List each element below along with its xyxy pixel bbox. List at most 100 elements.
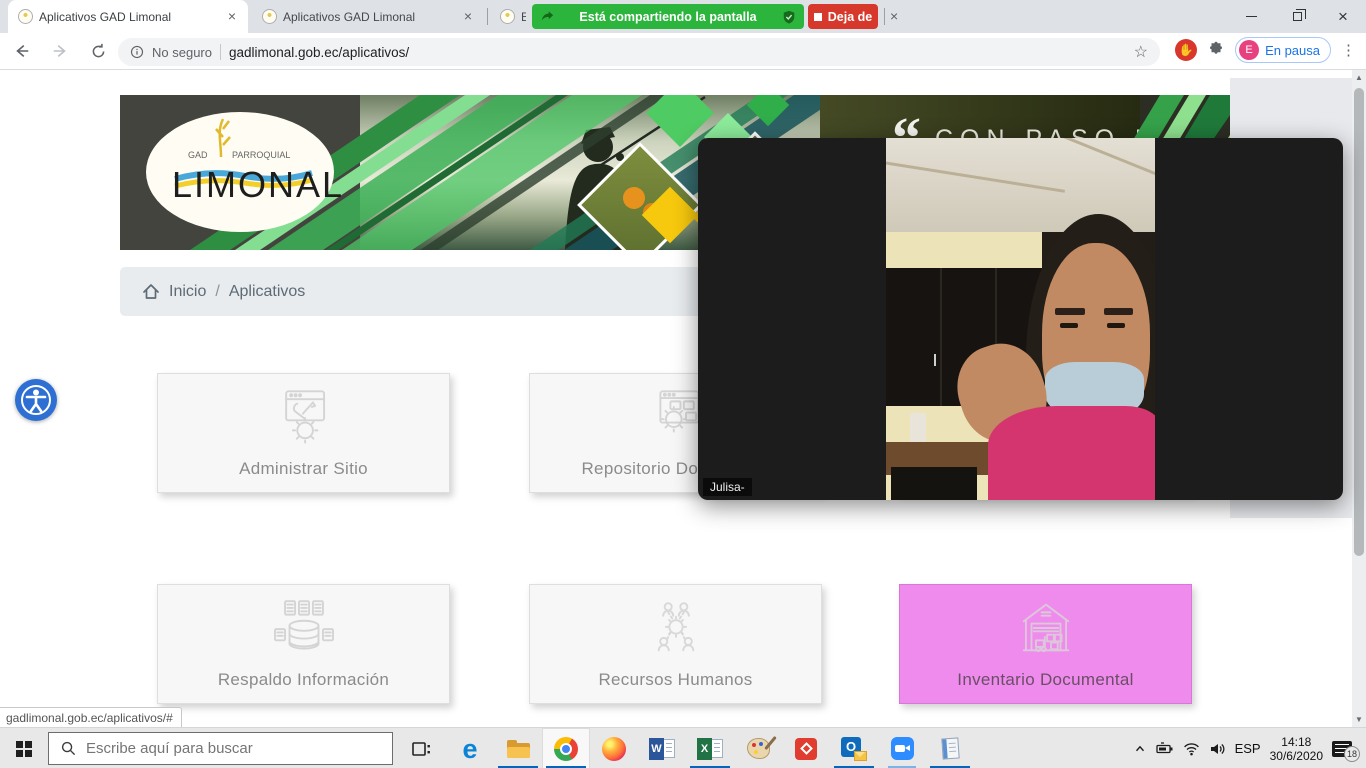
taskbar-paint-icon[interactable] [734,728,782,768]
breadcrumb-current: Aplicativos [229,283,305,301]
scroll-down-arrow[interactable]: ▼ [1352,712,1366,727]
taskbar-excel-icon[interactable]: X [686,728,734,768]
site-tools-icon [267,388,341,446]
tab-aplicativos-2[interactable]: Aplicativos GAD Limonal × [252,0,484,33]
taskbar-red-diamond-app-icon[interactable] [782,728,830,768]
app-card-respaldo-informacion[interactable]: Respaldo Información [157,584,450,704]
tab-title: E [521,10,526,24]
zoom-video-window[interactable]: Julisa- [698,138,1343,500]
info-icon [130,45,144,59]
close-button[interactable]: × [1320,0,1366,33]
avatar: E [1239,40,1259,60]
taskbar-word-icon[interactable]: W [638,728,686,768]
taskbar-file-explorer-icon[interactable] [494,728,542,768]
app-card-recursos-humanos[interactable]: Recursos Humanos [529,584,822,704]
share-arrow-icon [540,10,554,24]
tab-title: Aplicativos GAD Limonal [283,10,454,24]
bookmark-star-icon[interactable]: ☆ [1134,42,1148,62]
minimize-icon [1246,16,1257,18]
tab-divider [487,8,488,25]
close-icon: × [1338,8,1348,25]
windows-taskbar: e W X [0,727,1366,768]
extensions-area: ✋ E En pausa ⋮ [1175,37,1356,63]
logo-gad: GAD [188,150,208,160]
app-card-label: Inventario Documental [957,670,1133,690]
site-favicon [18,9,33,24]
site-favicon [500,9,515,24]
stop-sharing-button[interactable]: Deja de [808,4,878,29]
task-view-button[interactable] [398,728,444,768]
windows-logo-icon [16,741,32,757]
security-label[interactable]: No seguro [152,45,212,60]
accessibility-widget-button[interactable] [15,379,57,421]
tab-divider [884,8,885,25]
taskbar-notepad-icon[interactable] [926,728,974,768]
browser-menu-icon[interactable]: ⋮ [1341,41,1356,59]
clock-time: 14:18 [1281,735,1311,749]
url-text[interactable]: gadlimonal.gob.ec/aplicativos/ [229,45,1126,60]
extensions-puzzle-icon[interactable] [1207,41,1225,59]
breadcrumb-separator: / [215,283,219,301]
taskbar-clock[interactable]: 14:18 30/6/2020 [1270,735,1323,763]
minimize-button[interactable] [1228,0,1274,33]
shield-check-icon [782,10,796,24]
taskbar-search-box[interactable] [48,732,393,765]
search-input[interactable] [86,740,366,757]
start-button[interactable] [0,728,48,768]
taskbar-firefox-icon[interactable] [590,728,638,768]
scroll-up-arrow[interactable]: ▲ [1352,70,1366,85]
profile-chip[interactable]: E En pausa [1235,37,1331,63]
scrollbar-thumb[interactable] [1354,88,1364,556]
back-arrow-icon [13,42,31,60]
tab-close-icon[interactable]: × [460,9,476,25]
participant-shirt [988,406,1155,500]
address-bar[interactable]: No seguro gadlimonal.gob.ec/aplicativos/… [118,38,1160,66]
restore-button[interactable] [1274,0,1320,33]
app-card-label: Administrar Sitio [239,459,368,479]
taskbar-outlook-icon[interactable]: O [830,728,878,768]
taskbar-edge-icon[interactable]: e [446,728,494,768]
forward-button[interactable] [44,35,76,67]
tab-aplicativos-1[interactable]: Aplicativos GAD Limonal × [8,0,248,33]
restore-icon [1293,12,1302,21]
sharing-status-text: Está compartiendo la pantalla [562,10,774,24]
app-card-label: Recursos Humanos [598,670,752,690]
tab-close-icon[interactable]: × [224,9,240,25]
tray-chevron-icon[interactable] [1133,742,1147,756]
video-laptop [891,467,977,500]
accessibility-person-icon [19,383,53,417]
battery-icon[interactable] [1156,741,1174,757]
reload-button[interactable] [82,35,114,67]
reload-icon [90,43,107,60]
address-separator [220,44,221,60]
language-indicator[interactable]: ESP [1235,741,1261,756]
status-link-bubble: gadlimonal.gob.ec/aplicativos/# [0,707,182,727]
stop-sharing-label: Deja de [828,10,872,24]
back-button[interactable] [6,35,38,67]
database-backup-icon [267,599,341,657]
window-controls: × [1228,0,1366,33]
taskbar-zoom-icon[interactable] [878,728,926,768]
clock-date: 30/6/2020 [1270,749,1323,763]
app-card-inventario-documental[interactable]: Inventario Documental [899,584,1192,704]
logo-parroquial: PARROQUIAL [232,150,290,160]
volume-icon[interactable] [1209,741,1226,757]
app-card-label: Respaldo Información [218,670,389,690]
tab-title: Aplicativos GAD Limonal [39,10,218,24]
app-card-administrar-sitio[interactable]: Administrar Sitio [157,373,450,493]
forward-arrow-icon [51,42,69,60]
task-view-icon [411,739,431,759]
taskbar-chrome-icon[interactable] [542,728,590,768]
sync-status-label: En pausa [1265,43,1320,58]
warehouse-icon [1009,599,1083,657]
tab-close-icon[interactable]: × [890,8,898,24]
breadcrumb-home-link[interactable]: Inicio [169,283,206,301]
search-icon [61,741,76,756]
wifi-icon[interactable] [1183,741,1200,756]
notification-count-badge: 18 [1344,746,1360,762]
adblock-extension-icon[interactable]: ✋ [1175,39,1197,61]
action-center-button[interactable]: 18 [1332,741,1352,757]
page-scrollbar[interactable]: ▲ ▼ [1352,70,1366,727]
browser-tab-strip: Aplicativos GAD Limonal × Aplicativos GA… [0,0,1366,33]
screen-sharing-banner: Está compartiendo la pantalla [532,4,804,29]
